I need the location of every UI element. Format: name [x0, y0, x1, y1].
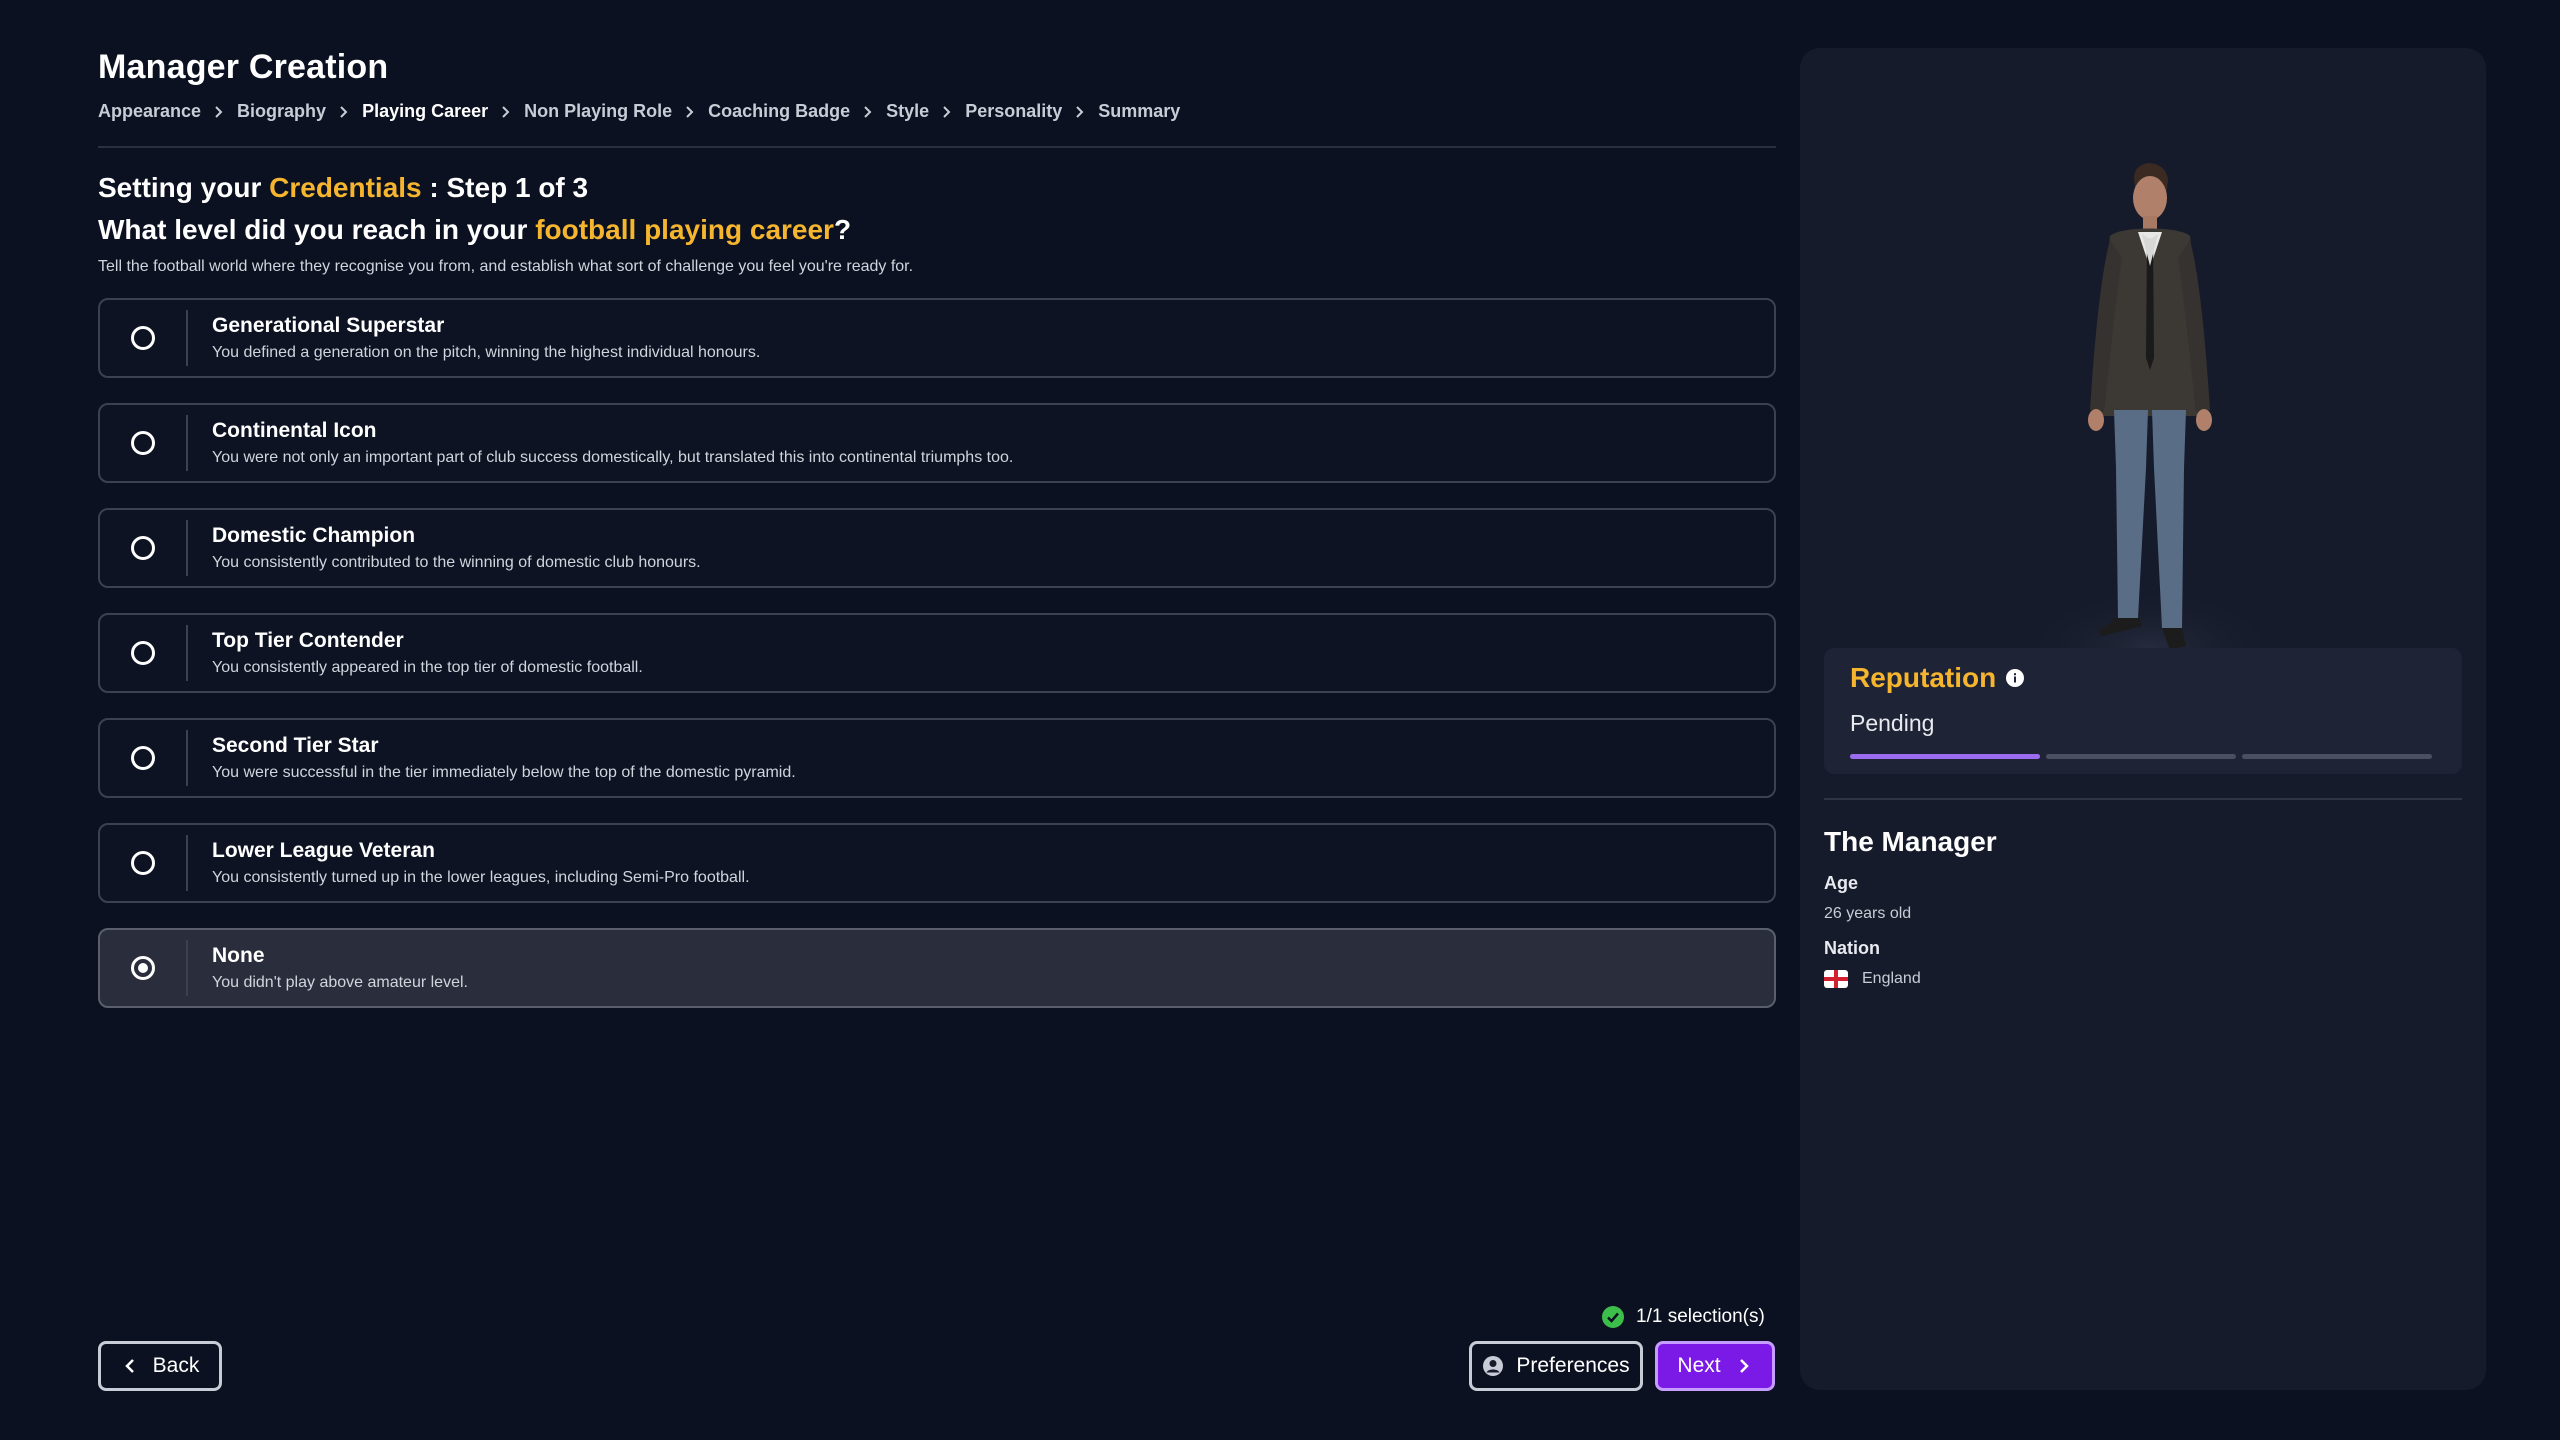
manager-title: The Manager: [1824, 826, 1997, 857]
question-prefix: What level did you reach in your: [98, 214, 536, 245]
breadcrumb-summary[interactable]: Summary: [1098, 101, 1180, 122]
chevron-right-icon: [929, 105, 965, 119]
step-heading-accent: Credentials: [269, 172, 422, 203]
selection-status-text: 1/1 selection(s): [1636, 1306, 1765, 1327]
nation-value: England: [1824, 970, 1921, 988]
manager-preview-panel: Reputation Pending The Manager Age 26 ye…: [1800, 48, 2486, 1390]
reputation-status: Pending: [1850, 710, 1935, 736]
manager-avatar[interactable]: [2030, 148, 2270, 698]
question-suffix: ?: [833, 214, 852, 245]
chevron-right-icon: [488, 105, 524, 119]
breadcrumb-playing-career[interactable]: Playing Career: [362, 101, 488, 122]
header-divider: [98, 146, 1776, 148]
question-accent: football playing career: [535, 214, 834, 245]
age-value: 26 years old: [1824, 905, 1912, 922]
option-description: You were not only an important part of c…: [212, 449, 1014, 466]
option-top-tier-contender[interactable]: Top Tier Contender You consistently appe…: [98, 613, 1776, 693]
chevron-right-icon: [850, 105, 886, 119]
reputation-bar-segment: [2046, 754, 2236, 759]
reputation-title: Reputation: [1850, 662, 2025, 694]
preferences-button[interactable]: Preferences: [1469, 1341, 1643, 1391]
nation-value-text: England: [1862, 970, 1921, 987]
back-button-label: Back: [152, 1354, 200, 1377]
next-button[interactable]: Next: [1655, 1341, 1775, 1391]
option-none[interactable]: None You didn't play above amateur level…: [98, 928, 1776, 1008]
breadcrumb-biography[interactable]: Biography: [237, 101, 326, 122]
chevron-left-icon: [124, 1359, 134, 1373]
option-title: Lower League Veteran: [212, 839, 435, 862]
radio-icon[interactable]: [131, 641, 155, 665]
chevron-right-icon: [1062, 105, 1098, 119]
info-icon[interactable]: [2006, 669, 2025, 687]
next-button-label: Next: [1677, 1354, 1721, 1377]
selection-status: 1/1 selection(s): [1602, 1306, 1765, 1328]
reputation-card: Reputation Pending: [1824, 648, 2462, 774]
option-domestic-champion[interactable]: Domestic Champion You consistently contr…: [98, 508, 1776, 588]
chevron-right-icon: [326, 105, 362, 119]
option-description: You didn't play above amateur level.: [212, 974, 468, 991]
option-description: You consistently appeared in the top tie…: [212, 659, 643, 676]
radio-icon[interactable]: [131, 746, 155, 770]
radio-icon[interactable]: [131, 431, 155, 455]
question-description: Tell the football world where they recog…: [98, 258, 914, 275]
chevron-right-icon: [1739, 1359, 1749, 1373]
breadcrumb-appearance[interactable]: Appearance: [98, 101, 201, 122]
check-circle-icon: [1602, 1306, 1624, 1328]
step-heading-prefix: Setting your: [98, 172, 270, 203]
reputation-bar-fill: [1850, 754, 2040, 759]
option-generational-superstar[interactable]: Generational Superstar You defined a gen…: [98, 298, 1776, 378]
reputation-title-text: Reputation: [1850, 662, 1997, 693]
breadcrumb-personality[interactable]: Personality: [965, 101, 1062, 122]
option-title: Generational Superstar: [212, 314, 445, 337]
option-title: Top Tier Contender: [212, 629, 404, 652]
option-lower-league-veteran[interactable]: Lower League Veteran You consistently tu…: [98, 823, 1776, 903]
option-second-tier-star[interactable]: Second Tier Star You were successful in …: [98, 718, 1776, 798]
option-title: Domestic Champion: [212, 524, 416, 547]
chevron-right-icon: [201, 105, 237, 119]
age-label: Age: [1824, 873, 1859, 893]
reputation-bar-segment: [2242, 754, 2432, 759]
step-heading: Setting your Credentials : Step 1 of 3: [98, 172, 1776, 204]
radio-icon[interactable]: [131, 326, 155, 350]
option-description: You consistently turned up in the lower …: [212, 869, 750, 886]
radio-icon[interactable]: [131, 536, 155, 560]
breadcrumb: Appearance Biography Playing Career Non …: [98, 101, 1776, 122]
options-list: Generational Superstar You defined a gen…: [98, 298, 1776, 1008]
breadcrumb-style[interactable]: Style: [886, 101, 929, 122]
user-icon: [1483, 1356, 1504, 1376]
breadcrumb-coaching-badge[interactable]: Coaching Badge: [708, 101, 850, 122]
option-continental-icon[interactable]: Continental Icon You were not only an im…: [98, 403, 1776, 483]
option-description: You defined a generation on the pitch, w…: [212, 344, 761, 361]
step-heading-suffix: : Step 1 of 3: [421, 172, 589, 203]
main-content: Manager Creation Appearance Biography Pl…: [98, 48, 1776, 1398]
preferences-button-label: Preferences: [1516, 1354, 1630, 1377]
england-flag-icon: [1824, 970, 1848, 988]
question-heading: What level did you reach in your footbal…: [98, 214, 1776, 246]
option-description: You were successful in the tier immediat…: [212, 764, 796, 781]
chevron-right-icon: [672, 105, 708, 119]
radio-icon[interactable]: [131, 851, 155, 875]
nation-label: Nation: [1824, 938, 1880, 958]
option-title: Continental Icon: [212, 419, 377, 442]
option-title: Second Tier Star: [212, 734, 379, 757]
back-button[interactable]: Back: [98, 1341, 222, 1391]
page-title: Manager Creation: [98, 48, 389, 86]
reputation-progress-bar: [1850, 754, 2432, 759]
breadcrumb-non-playing-role[interactable]: Non Playing Role: [524, 101, 672, 122]
option-description: You consistently contributed to the winn…: [212, 554, 701, 571]
side-divider: [1824, 798, 2462, 800]
option-title: None: [212, 944, 265, 967]
radio-selected-icon[interactable]: [131, 956, 155, 980]
